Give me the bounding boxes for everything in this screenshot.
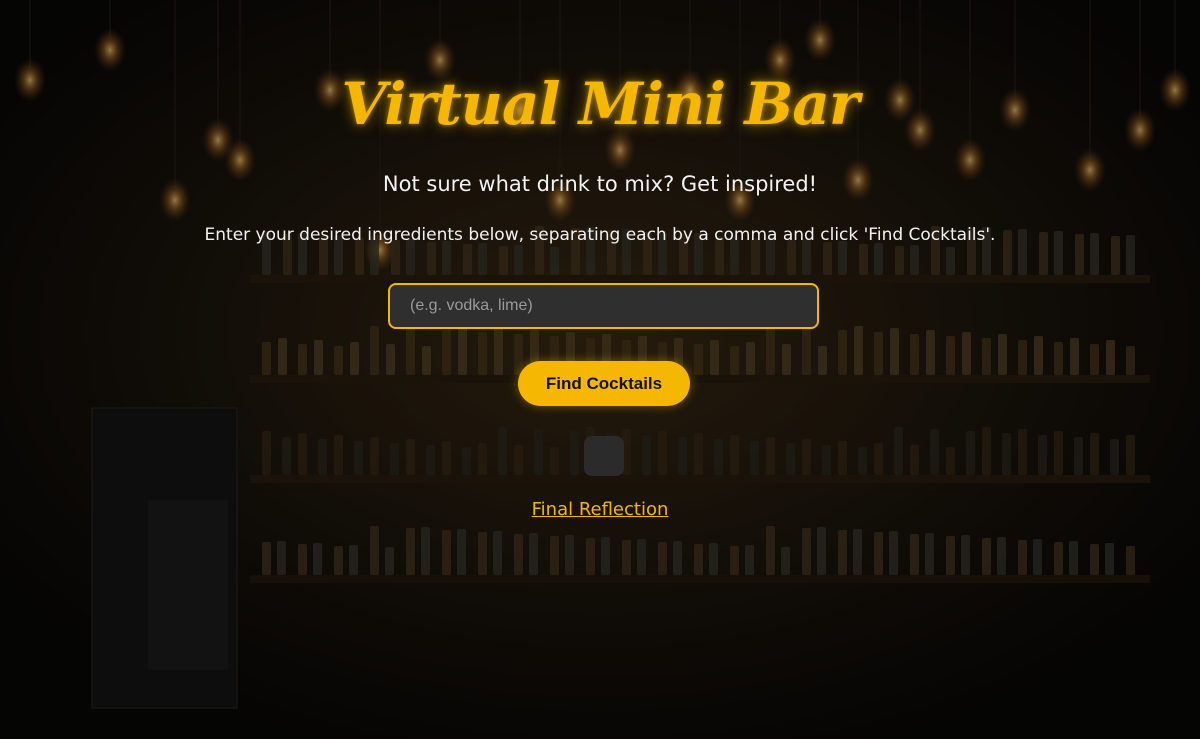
instructions-text: Enter your desired ingredients below, se…: [204, 225, 996, 245]
page-subtitle: Not sure what drink to mix? Get inspired…: [382, 172, 818, 196]
final-reflection-link-row: Final Reflection: [0, 499, 1200, 520]
main-content: Virtual Mini Bar Not sure what drink to …: [0, 0, 1200, 739]
page: Virtual Mini Bar Not sure what drink to …: [0, 0, 1200, 739]
page-title: Virtual Mini Bar: [341, 70, 859, 138]
find-cocktails-button[interactable]: Find Cocktails: [518, 361, 690, 406]
results-container: [584, 436, 624, 476]
final-reflection-link[interactable]: Final Reflection: [532, 499, 669, 520]
ingredients-input[interactable]: [388, 283, 819, 329]
